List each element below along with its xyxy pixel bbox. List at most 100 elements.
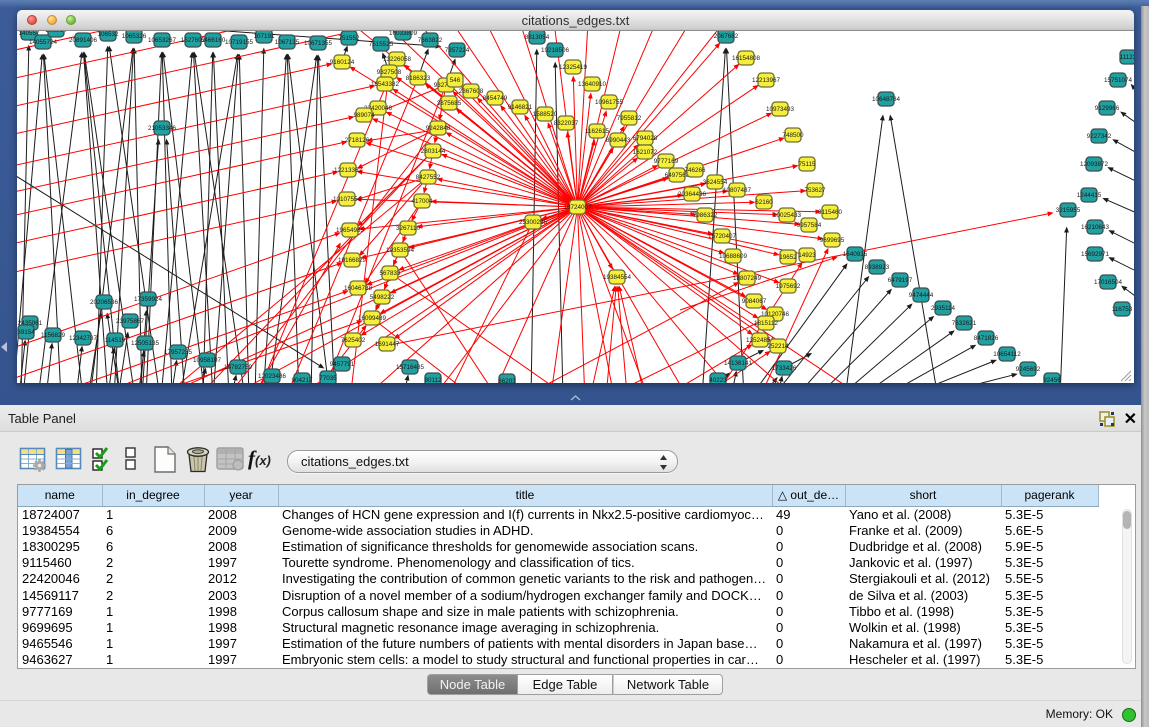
svg-text:9227342: 9227342 [1087,133,1112,140]
svg-text:16210643: 16210643 [1081,224,1110,231]
svg-text:8322037: 8322037 [554,120,579,127]
svg-text:1244415: 1244415 [1077,192,1102,199]
svg-text:3267110: 3267110 [396,225,421,232]
svg-text:16046788: 16046788 [344,285,373,292]
svg-text:1733426: 1733426 [772,365,797,372]
svg-text:16543382: 16543382 [371,81,400,88]
svg-text:7632621: 7632621 [952,320,977,327]
svg-text:3624554: 3624554 [703,179,728,186]
svg-text:1162615: 1162615 [585,128,610,135]
svg-text:748500: 748500 [782,132,804,139]
svg-text:19166829: 19166829 [338,257,367,264]
svg-text:80112: 80112 [424,377,442,383]
svg-text:6794028: 6794028 [633,135,658,142]
svg-text:7515525: 7515525 [369,41,394,48]
svg-text:9245692: 9245692 [1016,366,1041,373]
svg-text:2803144: 2803144 [421,148,446,155]
svg-text:19652: 19652 [779,254,797,261]
svg-text:66203: 66203 [498,378,516,383]
svg-text:751552: 751552 [338,35,360,42]
svg-text:12325419: 12325419 [559,64,588,71]
svg-text:15692971: 15692971 [1081,251,1110,258]
svg-text:10961755: 10961755 [595,99,624,106]
svg-text:252214: 252214 [767,343,789,350]
svg-text:13640910: 13640910 [578,81,607,88]
svg-text:19353594: 19353594 [386,247,415,254]
svg-text:9160124: 9160124 [330,59,355,66]
svg-text:23975867: 23975867 [116,318,145,325]
svg-text:14136141: 14136141 [724,360,753,367]
svg-text:904217: 904217 [291,377,313,383]
svg-text:9115460: 9115460 [818,209,843,216]
svg-text:16154808: 16154808 [732,55,761,62]
svg-text:1067135: 1067135 [275,39,300,46]
svg-text:8938923: 8938923 [865,264,890,271]
svg-text:10688609: 10688609 [719,253,748,260]
svg-text:5498222: 5498222 [370,294,395,301]
svg-text:16033809: 16033809 [389,31,418,37]
svg-text:1065326: 1065326 [122,33,147,40]
svg-text:19218506: 19218506 [541,47,570,54]
svg-text:15751074: 15751074 [1104,77,1133,84]
svg-text:114519: 114519 [105,337,126,344]
svg-text:1156829: 1156829 [41,332,66,339]
svg-text:2935114: 2935114 [931,305,956,312]
svg-text:7663822: 7663822 [418,37,443,44]
svg-text:10654112: 10654112 [993,351,1021,358]
svg-text:16099489: 16099489 [358,315,387,322]
svg-text:107191: 107191 [253,33,275,40]
svg-text:9474444: 9474444 [909,292,934,299]
svg-text:7357224: 7357224 [445,47,470,54]
svg-text:9327508: 9327508 [377,69,402,76]
svg-text:19384554: 19384554 [603,274,632,281]
svg-text:2087682: 2087682 [714,33,739,40]
svg-text:9777169: 9777169 [654,158,679,165]
svg-text:40223: 40223 [709,377,727,383]
svg-text:17957235: 17957235 [164,349,193,356]
svg-text:17359924: 17359924 [134,296,163,303]
svg-text:17016504: 17016504 [1094,279,1123,286]
svg-text:8454749: 8454749 [483,95,508,102]
svg-text:8813054: 8813054 [525,34,550,41]
svg-text:12505135: 12505135 [131,340,160,347]
svg-text:15720407: 15720407 [708,233,737,240]
svg-text:92456: 92456 [1043,377,1061,383]
svg-text:10648784: 10648784 [872,96,901,103]
svg-text:75115: 75115 [798,161,816,168]
svg-text:12023486: 12023486 [258,373,287,380]
svg-text:12213362: 12213362 [334,167,363,174]
svg-text:39154: 39154 [17,329,35,336]
svg-text:18724007: 18724007 [563,204,592,211]
svg-text:753627: 753627 [804,187,826,194]
svg-text:106532: 106532 [97,31,119,38]
svg-text:9084067: 9084067 [742,298,767,305]
svg-text:14055724: 14055724 [29,39,58,46]
svg-text:546: 546 [450,77,461,84]
svg-text:20891406: 20891406 [69,37,98,44]
svg-text:3215955: 3215955 [1056,207,1081,214]
svg-text:14923: 14923 [798,252,816,259]
svg-text:9242848: 9242848 [426,125,451,132]
svg-text:9699695: 9699695 [820,237,845,244]
svg-text:15716485: 15716485 [396,364,425,371]
svg-text:1588520: 1588520 [533,111,558,118]
svg-text:18807249: 18807249 [733,275,762,282]
svg-text:25300295: 25300295 [519,219,548,226]
svg-text:8427552: 8427552 [416,174,441,181]
svg-text:10719155: 10719155 [225,39,254,46]
svg-text:10671355: 10671355 [304,40,333,47]
svg-text:77035: 77035 [319,375,337,382]
svg-text:16782759: 16782759 [224,364,253,371]
svg-text:989074: 989074 [353,112,375,119]
svg-text:10973493: 10973493 [766,106,795,113]
svg-text:2867608: 2867608 [459,88,484,95]
svg-text:7986322: 7986322 [693,212,718,219]
svg-text:567833: 567833 [379,270,401,277]
svg-text:746266: 746266 [684,167,706,174]
svg-text:10807487: 10807487 [723,187,752,194]
svg-text:3875685: 3875685 [437,100,462,107]
svg-text:10107554: 10107554 [333,196,362,203]
svg-text:10958107: 10958107 [193,357,222,364]
svg-text:2718126: 2718126 [345,137,370,144]
svg-text:12213967: 12213967 [752,77,781,84]
